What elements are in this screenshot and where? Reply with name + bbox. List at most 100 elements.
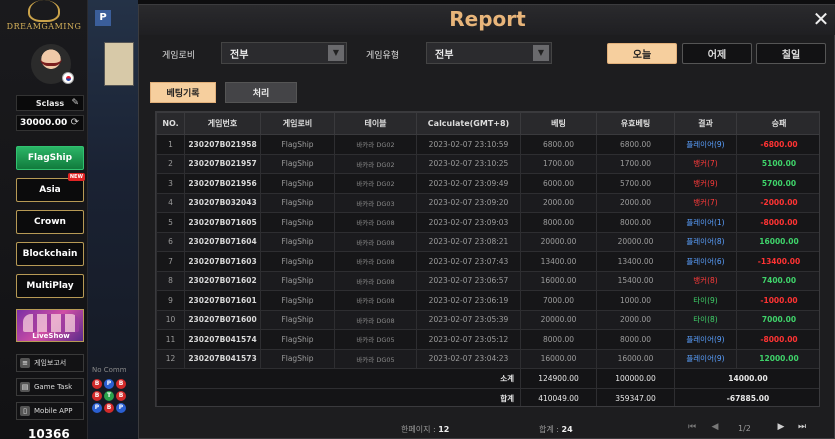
modal-header: Report ✕ [139,5,835,35]
table-row[interactable]: 10 230207B071600 FlagShip 바카라 DG08 2023-02-0… [156,309,819,330]
page-size-indicator: 한페이지 : 12 [401,424,449,435]
table-row[interactable]: 12 230207B041573 FlagShip 바카라 DG05 2023-02-0… [156,348,819,369]
promo-label: LiveShow [32,332,70,340]
flagship-button[interactable]: FlagShip [16,146,84,170]
game-report-link[interactable]: ≡ 게임보고서 [16,354,84,372]
row-result: 뱅커(7) [674,153,737,174]
table-row[interactable]: 2 230207B021957 FlagShip 바카라 DG02 2023-02-07… [156,153,819,174]
mobile-app-label: Mobile APP [34,407,73,415]
game-report-label: 게임보고서 [34,359,67,367]
prev-page-icon[interactable]: ◀ [708,420,722,434]
row-winloss: 5100.00 [736,153,819,174]
row-number: 11 [156,329,185,350]
game-task-link[interactable]: ▤ Game Task [16,378,84,396]
table-row[interactable]: 1 230207B021958 FlagShip 바카라 DG02 2023-02-07… [156,134,819,155]
total-count-value: 24 [561,425,573,434]
crown-button[interactable]: Crown [16,210,84,234]
row-number: 8 [156,270,185,291]
row-result: 뱅커(7) [674,192,737,213]
total-valid: 359347.00 [596,388,675,406]
game-id: 230207B071600 [184,309,261,330]
row-valid-bet: 6800.00 [596,134,675,155]
asia-button[interactable]: Asia NEW [16,173,85,202]
game-id: 230207B021958 [184,134,261,155]
table-row[interactable]: 3 230207B021956 FlagShip 바카라 DG02 2023-02-07… [156,173,819,194]
row-winloss: 7400.00 [736,270,819,291]
crown-label: Crown [34,217,66,227]
row-time: 2023-02-07 23:06:19 [416,290,521,311]
next-page-icon[interactable]: ▶ [774,420,788,434]
report-table-body: 1 230207B021958 FlagShip 바카라 DG02 2023-02-07… [156,134,819,369]
row-table: 바카라 DG05 [334,348,417,369]
pencil-icon[interactable]: ✎ [71,98,79,108]
close-icon[interactable]: ✕ [810,8,832,30]
today-button[interactable]: 오늘 [607,43,677,64]
row-valid-bet: 15400.00 [596,270,675,291]
row-winloss: 12000.00 [736,348,819,369]
row-number: 3 [156,173,185,194]
subtotal-row: 소계 124900.00 100000.00 14000.00 [156,368,819,389]
tab-bet-history[interactable]: 베팅기록 [150,82,216,103]
table-row[interactable]: 7 230207B071603 FlagShip 바카라 DG08 2023-02-07… [156,251,819,272]
column-header: 게임로비 [260,112,335,135]
column-header: 베팅 [520,112,597,135]
row-time: 2023-02-07 23:06:57 [416,270,521,291]
game-id: 230207B041573 [184,348,261,369]
report-table-container[interactable]: NO. 게임번호 게임로비 테이블 Calculate(GMT+8) 베팅 유효… [155,111,820,407]
row-result: 플레이어(6) [674,251,737,272]
row-result: 뱅커(9) [674,173,737,194]
dreamgaming-logo[interactable]: DREAMGAMING [0,0,88,36]
column-header: 테이블 [334,112,417,135]
game-task-label: Game Task [34,383,73,391]
row-valid-bet: 2000.00 [596,309,675,330]
report-modal: Report ✕ 게임로비 전부 ▼ 게임유형 전부 ▼ 오늘 어제 칠일 베팅… [138,4,835,439]
column-header: NO. [156,112,185,135]
lobby-select[interactable]: 전부 ▼ [221,42,347,64]
lobby-filter-label: 게임로비 [162,51,196,61]
table-row[interactable]: 5 230207B071605 FlagShip 바카라 DG08 2023-02-07… [156,212,819,233]
table-row[interactable]: 6 230207B071604 FlagShip 바카라 DG08 2023-02-07… [156,231,819,252]
type-select[interactable]: 전부 ▼ [426,42,552,64]
row-bet: 20000.00 [520,309,597,330]
row-table: 바카라 DG08 [334,290,417,311]
row-valid-bet: 8000.00 [596,212,675,233]
row-table: 바카라 DG08 [334,231,417,252]
blockchain-button[interactable]: Blockchain [16,242,84,266]
table-row[interactable]: 8 230207B071602 FlagShip 바카라 DG08 2023-02-07… [156,270,819,291]
chevron-down-icon: ▼ [328,45,344,61]
game-id: 230207B041574 [184,329,261,350]
multiplay-button[interactable]: MultiPlay [16,274,84,298]
table-row[interactable]: 9 230207B071601 FlagShip 바카라 DG08 2023-02-07… [156,290,819,311]
first-page-icon[interactable]: ⏮ [685,420,699,434]
table-row[interactable]: 11 230207B041574 FlagShip 바카라 DG05 2023-02-0… [156,329,819,350]
game-id: 230207B071601 [184,290,261,311]
yesterday-button[interactable]: 어제 [682,43,752,64]
row-lobby: FlagShip [260,348,335,369]
refresh-icon[interactable]: ⟳ [71,117,79,128]
row-winloss: -13400.00 [736,251,819,272]
liveshow-promo-banner[interactable]: LiveShow [16,309,84,342]
row-result: 플레이어(8) [674,231,737,252]
row-lobby: FlagShip [260,329,335,350]
mobile-app-link[interactable]: ▯ Mobile APP [16,402,84,420]
bead-road-dot: T [104,391,114,401]
seven-days-button[interactable]: 칠일 [756,43,826,64]
row-valid-bet: 5700.00 [596,173,675,194]
user-name-field: Sclass ✎ [16,95,84,111]
row-number: 7 [156,251,185,272]
row-lobby: FlagShip [260,212,335,233]
bead-road-dot: P [104,379,114,389]
tab-processing[interactable]: 처리 [225,82,297,103]
row-bet: 13400.00 [520,251,597,272]
sidebar: DREAMGAMING Sclass ✎ 30000.00 ⟳ FlagShip… [0,0,88,439]
row-bet: 6800.00 [520,134,597,155]
total-winloss: -67885.00 [674,388,819,406]
row-lobby: FlagShip [260,290,335,311]
asia-label: Asia [39,185,61,195]
table-row[interactable]: 4 230207B032043 FlagShip 바카라 DG03 2023-02-07… [156,192,819,213]
row-time: 2023-02-07 23:09:03 [416,212,521,233]
row-table: 바카라 DG08 [334,212,417,233]
row-lobby: FlagShip [260,231,335,252]
last-page-icon[interactable]: ⏭ [795,420,809,434]
bead-road-dot: B [104,403,114,413]
